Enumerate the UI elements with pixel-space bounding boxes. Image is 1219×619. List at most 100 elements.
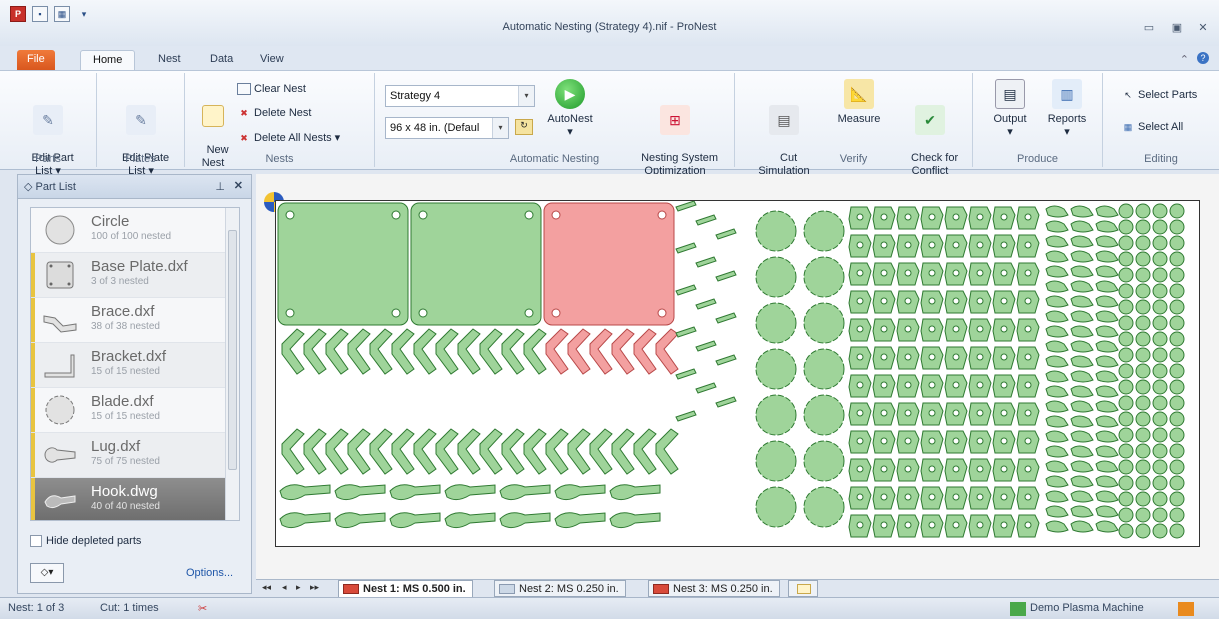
hook-part[interactable]	[1070, 460, 1094, 473]
part-hole[interactable]	[1000, 465, 1008, 473]
part-hole[interactable]	[976, 521, 984, 529]
brace-part[interactable]	[303, 428, 327, 475]
circle-part[interactable]	[1118, 411, 1134, 427]
part-hole[interactable]	[928, 213, 936, 221]
part-hole[interactable]	[880, 437, 888, 445]
ribbon-collapse-icon[interactable]: ⌃	[1180, 53, 1189, 66]
circle-part[interactable]	[1152, 315, 1168, 331]
circle-part[interactable]	[1152, 443, 1168, 459]
list-item[interactable]: Lug.dxf 75 of 75 nested	[31, 433, 239, 478]
circle-part[interactable]	[1135, 395, 1151, 411]
part-hole[interactable]	[904, 465, 912, 473]
circle-part[interactable]	[1169, 507, 1185, 523]
hook-part[interactable]	[1045, 235, 1069, 248]
hook-part[interactable]	[1070, 430, 1094, 443]
part-hole[interactable]	[418, 308, 428, 318]
part-hole[interactable]	[1024, 437, 1032, 445]
circle-part[interactable]	[1118, 379, 1134, 395]
circle-part[interactable]	[1118, 299, 1134, 315]
hook-part[interactable]	[1070, 250, 1094, 263]
circle-part[interactable]	[1152, 283, 1168, 299]
circle-part[interactable]	[1118, 507, 1134, 523]
circle-part[interactable]	[1118, 219, 1134, 235]
brace-part[interactable]	[633, 328, 657, 375]
circle-part[interactable]	[1152, 363, 1168, 379]
list-item[interactable]: Hook.dwg 40 of 40 nested	[31, 478, 239, 520]
hook-part[interactable]	[1095, 325, 1119, 338]
part-hole[interactable]	[880, 521, 888, 529]
brace-part[interactable]	[479, 328, 503, 375]
help-icon[interactable]: ?	[1197, 52, 1209, 64]
part-hole[interactable]	[1024, 353, 1032, 361]
part-hole[interactable]	[856, 269, 864, 277]
bracket-part[interactable]	[675, 410, 697, 422]
part-hole[interactable]	[880, 465, 888, 473]
tab-view[interactable]: View	[248, 50, 296, 70]
circle-part[interactable]	[1169, 267, 1185, 283]
hook-part[interactable]	[1095, 235, 1119, 248]
hook-part[interactable]	[1070, 265, 1094, 278]
circle-part[interactable]	[1152, 331, 1168, 347]
nest-sheet[interactable]	[275, 200, 1200, 547]
brace-part[interactable]	[391, 328, 415, 375]
bracket-part[interactable]	[675, 284, 697, 296]
hook-part[interactable]	[1070, 475, 1094, 488]
part-hole[interactable]	[856, 381, 864, 389]
brace-part[interactable]	[457, 328, 481, 375]
circle-part[interactable]	[1152, 507, 1168, 523]
circle-part[interactable]	[1169, 251, 1185, 267]
hook-part[interactable]	[1070, 355, 1094, 368]
brace-part[interactable]	[303, 328, 327, 375]
hook-part[interactable]	[1070, 385, 1094, 398]
circle-part[interactable]	[1152, 235, 1168, 251]
part-hole[interactable]	[1000, 325, 1008, 333]
hook-part[interactable]	[554, 512, 606, 529]
part-hole[interactable]	[1024, 325, 1032, 333]
list-item[interactable]: Circle 100 of 100 nested	[31, 208, 239, 253]
circle-part[interactable]	[1118, 235, 1134, 251]
hook-part[interactable]	[1070, 220, 1094, 233]
app-logo-icon[interactable]: P	[10, 6, 26, 22]
hook-part[interactable]	[1095, 400, 1119, 413]
tab-nest-3[interactable]: Nest 3: MS 0.250 in.	[648, 580, 780, 597]
part-hole[interactable]	[976, 409, 984, 417]
part-hole[interactable]	[1024, 381, 1032, 389]
circle-part[interactable]	[1118, 315, 1134, 331]
brace-part[interactable]	[501, 428, 525, 475]
part-hole[interactable]	[418, 210, 428, 220]
part-hole[interactable]	[880, 409, 888, 417]
part-hole[interactable]	[952, 381, 960, 389]
list-item[interactable]: Brace.dxf 38 of 38 nested	[31, 298, 239, 343]
hook-part[interactable]	[1095, 505, 1119, 518]
circle-part[interactable]	[1169, 299, 1185, 315]
part-hole[interactable]	[928, 409, 936, 417]
circle-part[interactable]	[1135, 331, 1151, 347]
hook-part[interactable]	[1095, 445, 1119, 458]
hook-part[interactable]	[1095, 250, 1119, 263]
blade-part[interactable]	[803, 394, 845, 436]
hook-part[interactable]	[389, 512, 441, 529]
hook-part[interactable]	[1095, 475, 1119, 488]
hook-part[interactable]	[334, 484, 386, 501]
tab-nest-2[interactable]: Nest 2: MS 0.250 in.	[494, 580, 626, 597]
part-hole[interactable]	[976, 437, 984, 445]
part-hole[interactable]	[880, 297, 888, 305]
part-hole[interactable]	[880, 381, 888, 389]
circle-part[interactable]	[1169, 283, 1185, 299]
circle-part[interactable]	[1169, 411, 1185, 427]
measure-button[interactable]: 📐 Measure	[831, 79, 887, 126]
hook-part[interactable]	[1045, 220, 1069, 233]
circle-part[interactable]	[1118, 251, 1134, 267]
hook-part[interactable]	[1095, 280, 1119, 293]
blade-part[interactable]	[755, 210, 797, 252]
part-hole[interactable]	[1024, 241, 1032, 249]
hook-part[interactable]	[1045, 475, 1069, 488]
circle-part[interactable]	[1152, 299, 1168, 315]
hook-part[interactable]	[444, 484, 496, 501]
blade-part[interactable]	[755, 394, 797, 436]
hook-part[interactable]	[1045, 310, 1069, 323]
view-mode-button[interactable]: ◇▾	[30, 563, 64, 583]
bracket-part[interactable]	[715, 396, 737, 408]
part-hole[interactable]	[1024, 213, 1032, 221]
part-hole[interactable]	[976, 353, 984, 361]
